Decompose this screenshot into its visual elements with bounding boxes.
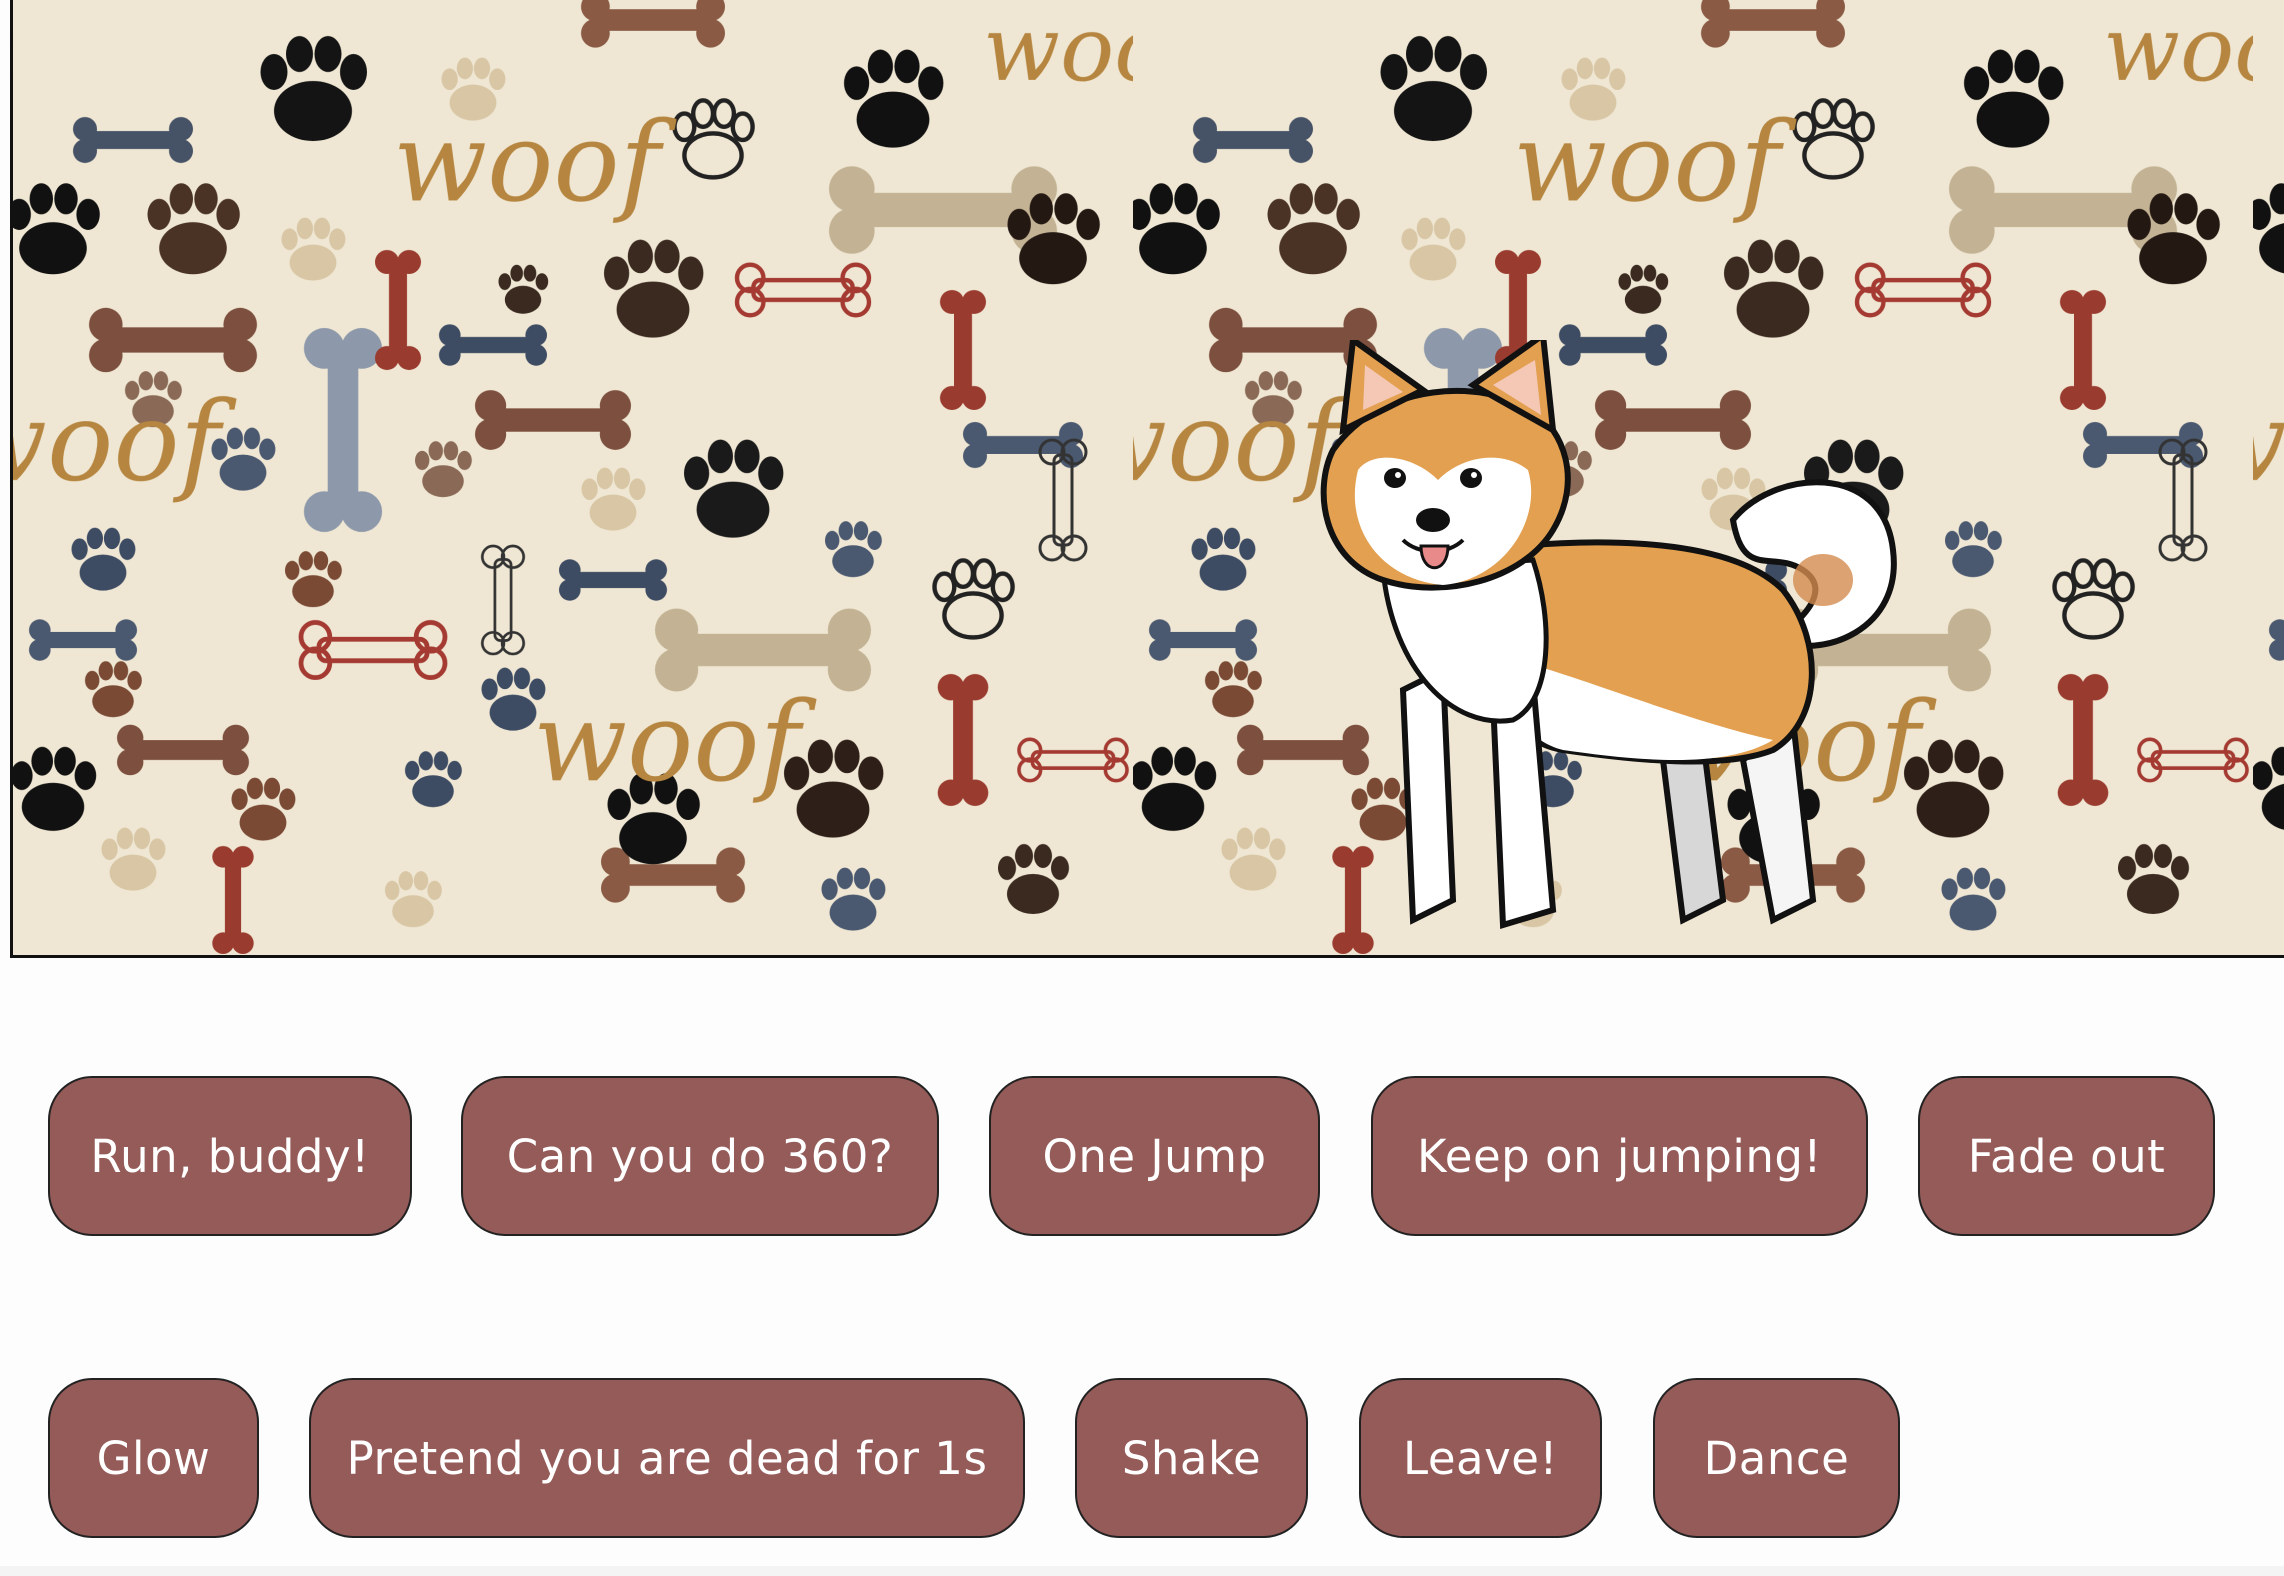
paw-bone-background: woof woof woof woof	[13, 0, 2284, 955]
run-buddy-button[interactable]: Run, buddy!	[48, 1076, 412, 1236]
page-footer-strip	[0, 1566, 2284, 1576]
shake-button[interactable]: Shake	[1075, 1378, 1308, 1538]
pretend-dead-button[interactable]: Pretend you are dead for 1s	[309, 1378, 1025, 1538]
one-jump-button[interactable]: One Jump	[989, 1076, 1320, 1236]
glow-button[interactable]: Glow	[48, 1378, 259, 1538]
keep-jumping-button[interactable]: Keep on jumping!	[1371, 1076, 1868, 1236]
leave-button[interactable]: Leave!	[1359, 1378, 1602, 1538]
fade-out-button[interactable]: Fade out	[1918, 1076, 2215, 1236]
dog-stage: woof woof woof woof	[10, 0, 2284, 958]
dance-button[interactable]: Dance	[1653, 1378, 1900, 1538]
do-360-button[interactable]: Can you do 360?	[461, 1076, 939, 1236]
akita-dog-icon[interactable]	[1303, 340, 1923, 958]
